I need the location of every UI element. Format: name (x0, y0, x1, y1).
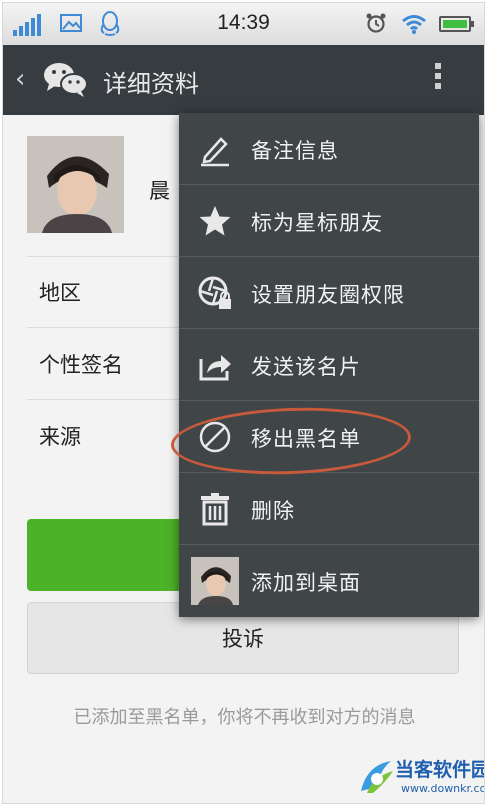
watermark-logo-icon (361, 761, 393, 793)
avatar-icon (191, 557, 239, 605)
chevron-left-icon[interactable]: ‹ (15, 65, 25, 93)
menu-item-label: 标为星标朋友 (251, 211, 383, 235)
watermark: 当客软件园 www.downkr.com (353, 755, 485, 803)
menu-item-delete[interactable]: 删除 (179, 473, 479, 545)
wifi-icon (402, 15, 426, 34)
pencil-icon (201, 137, 229, 167)
overflow-menu: 备注信息 标为星标朋友 设置朋友圈权限 发送该名片 移出黑名单 删除 添加到桌面 (179, 113, 479, 617)
avatar[interactable] (27, 136, 124, 233)
watermark-name: 当客软件园 (395, 759, 485, 781)
watermark-url: www.downkr.com (401, 782, 484, 795)
more-vertical-icon[interactable] (433, 63, 443, 97)
menu-item-send-card[interactable]: 发送该名片 (179, 329, 479, 401)
info-row-label: 来源 (39, 425, 81, 449)
menu-item-add-to-desktop[interactable]: 添加到桌面 (179, 545, 479, 617)
title-bar: ‹ 详细资料 (3, 45, 484, 115)
info-row-label: 地区 (39, 281, 81, 305)
status-bar: 14:39 (3, 3, 484, 46)
star-icon (199, 206, 231, 236)
share-icon (199, 355, 231, 381)
wechat-icon (44, 63, 88, 97)
contact-name: 晨 (149, 179, 170, 203)
menu-item-moments-permission[interactable]: 设置朋友圈权限 (179, 257, 479, 329)
menu-item-star[interactable]: 标为星标朋友 (179, 185, 479, 257)
alarm-icon (366, 13, 386, 33)
phone-screen: 14:39 ‹ 详细资料 晨 地区 个性签名 来源 投诉 已添加至黑名单，你将不… (2, 2, 485, 804)
blacklist-notice: 已添加至黑名单，你将不再收到对方的消息 (73, 707, 416, 728)
trash-icon (201, 493, 229, 526)
battery-icon (439, 16, 474, 32)
aperture-lock-icon (198, 276, 231, 309)
menu-item-label: 设置朋友圈权限 (251, 283, 405, 307)
info-row-label: 个性签名 (39, 352, 123, 377)
menu-item-label: 添加到桌面 (251, 571, 361, 595)
menu-item-label: 删除 (251, 499, 295, 523)
menu-item-remark[interactable]: 备注信息 (179, 113, 479, 185)
page-title: 详细资料 (103, 70, 199, 98)
menu-item-label: 发送该名片 (251, 355, 361, 379)
menu-item-label: 备注信息 (251, 139, 339, 163)
